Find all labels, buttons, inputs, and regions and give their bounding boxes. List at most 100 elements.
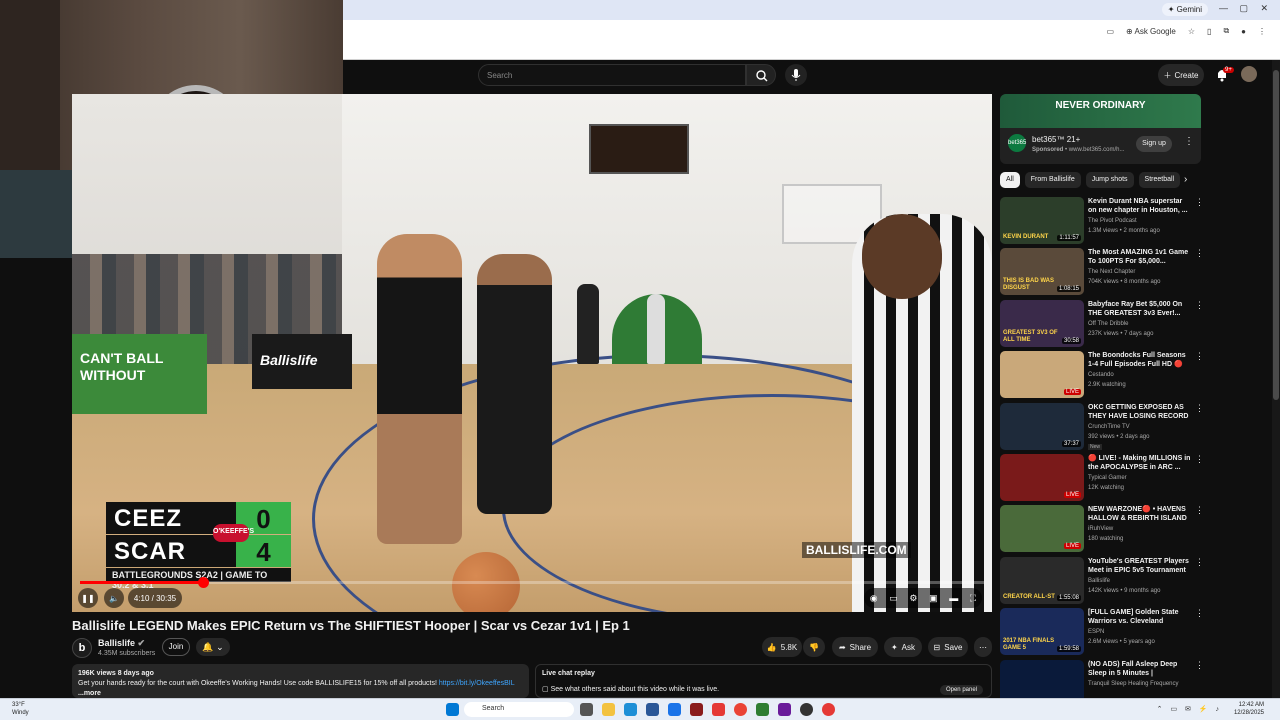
menu-dots-icon[interactable]: ⋮ <box>1258 27 1266 36</box>
minimize-icon[interactable]: — <box>1219 3 1228 13</box>
recommendation-item[interactable]: THIS IS BAD WAS DISGUST 1:08:15 The Most A… <box>1000 248 1205 296</box>
task-view-icon[interactable] <box>580 703 593 716</box>
app-icon-2[interactable] <box>756 703 769 716</box>
file-explorer-icon[interactable] <box>602 703 615 716</box>
more-options-icon[interactable]: ⋮ <box>1195 557 1204 568</box>
app-icon-4[interactable] <box>800 703 813 716</box>
recommendation-title[interactable]: NEW WARZONE🔴 • HAVENS HALLOW & REBIRTH I… <box>1088 505 1192 523</box>
more-options-icon[interactable]: ⋮ <box>1195 608 1204 619</box>
clock[interactable]: 12:42 AM 12/28/2025 <box>1234 701 1264 717</box>
recommendation-thumbnail[interactable]: LIVE <box>1000 505 1084 553</box>
channel-name[interactable]: Ballislife ✔ <box>98 638 145 649</box>
recommendation-title[interactable]: (NO ADS) Fall Asleep Deep Sleep in 5 Min… <box>1088 660 1192 678</box>
more-options-icon[interactable]: ⋮ <box>1195 300 1204 311</box>
maximize-icon[interactable]: ▢ <box>1239 3 1248 14</box>
description-link[interactable]: https://bit.ly/OkeeffesBIL <box>439 680 515 687</box>
fullscreen-icon[interactable]: ⛶ <box>970 593 976 604</box>
recommendation-title[interactable]: 🔴 LIVE! - Making MILLIONS in the APOCALY… <box>1088 454 1192 472</box>
recommendation-title[interactable]: The Boondocks Full Seasons 1-4 Full Epis… <box>1088 351 1192 369</box>
search-button[interactable] <box>746 64 776 86</box>
video-player[interactable]: CAN'T BALL WITHOUT Ballislife CEEZ 0 SCA… <box>72 94 992 612</box>
recommendation-item[interactable]: LIVE The Boondocks Full Seasons 1-4 Full … <box>1000 351 1205 399</box>
miniplayer-icon[interactable]: ▣ <box>929 593 938 604</box>
app-icon-5[interactable] <box>822 703 835 716</box>
youtube-app-icon[interactable] <box>712 703 725 716</box>
recommendation-channel[interactable]: Typical Gamer <box>1088 475 1127 481</box>
chip-jump-shots[interactable]: Jump shots <box>1085 172 1134 188</box>
outlook-icon[interactable] <box>668 703 681 716</box>
recommendation-thumbnail[interactable]: LIVE <box>1000 454 1084 501</box>
volume-button[interactable]: 🔈 <box>104 588 124 608</box>
settings-icon[interactable]: ⚙ <box>909 593 917 604</box>
app-icon[interactable] <box>690 703 703 716</box>
weather-widget[interactable]: 33°F Windy <box>12 701 29 717</box>
recommendation-title[interactable]: [FULL GAME] Golden State Warriors vs. Cl… <box>1088 608 1192 626</box>
recommendation-item[interactable]: LIVE NEW WARZONE🔴 • HAVENS HALLOW & REBIR… <box>1000 505 1205 553</box>
create-button[interactable]: ＋ Create <box>1158 64 1204 86</box>
user-avatar[interactable] <box>1241 66 1257 82</box>
description-box[interactable]: 196K views 8 days ago Get your hands rea… <box>72 664 529 698</box>
ask-button[interactable]: ✦ Ask <box>884 637 922 657</box>
close-icon[interactable]: ✕ <box>1260 3 1268 14</box>
recommendation-thumbnail[interactable]: THIS IS BAD WAS DISGUST 1:08:15 <box>1000 248 1084 296</box>
more-options-icon[interactable]: ⋮ <box>1195 505 1204 516</box>
recommendation-thumbnail[interactable]: GREATEST 3V3 OF ALL TIME 30:58 <box>1000 299 1084 347</box>
system-tray[interactable]: ⌃ ▭ ✉ ⚡ ♪ <box>1157 705 1222 713</box>
voice-search-button[interactable] <box>785 64 807 86</box>
recommendation-title[interactable]: Kevin Durant NBA superstar on new chapte… <box>1088 197 1192 215</box>
extensions-icon[interactable]: ⧉ <box>1223 26 1229 36</box>
recommendation-thumbnail[interactable]: CREATOR ALL-ST 1:55:08 <box>1000 556 1084 604</box>
recommendation-title[interactable]: OKC GETTING EXPOSED AS THEY HAVE LOSING … <box>1088 403 1192 421</box>
recommendation-title[interactable]: The Most AMAZING 1v1 Game To 100PTS For … <box>1088 248 1192 266</box>
scrubber-handle[interactable] <box>197 577 209 588</box>
more-options-icon[interactable]: ⋮ <box>1195 454 1204 465</box>
autoplay-icon[interactable]: ◉ <box>870 593 878 604</box>
cast-icon[interactable]: ▭ <box>1106 27 1114 36</box>
search-input[interactable]: Search <box>478 64 746 86</box>
share-button[interactable]: ➦ Share <box>832 637 878 657</box>
dislike-button[interactable]: 👎 <box>803 637 825 657</box>
pause-button[interactable]: ❚❚ <box>78 588 98 608</box>
join-button[interactable]: Join <box>162 638 190 656</box>
recommendation-thumbnail[interactable]: LIVE <box>1000 351 1084 399</box>
recommendation-channel[interactable]: ESPN <box>1088 629 1104 635</box>
more-options-icon[interactable]: ⋮ <box>1195 248 1204 259</box>
taskbar-search[interactable]: Search <box>464 702 574 717</box>
recommendation-item[interactable]: 37:37 OKC GETTING EXPOSED AS THEY HAVE LO… <box>1000 402 1205 451</box>
recommendation-channel[interactable]: iRuhView <box>1088 526 1113 532</box>
chip-from-ballislife[interactable]: From Ballislife <box>1024 172 1081 188</box>
theater-icon[interactable]: ▬ <box>949 593 958 603</box>
bookmark-star-icon[interactable]: ☆ <box>1188 27 1195 36</box>
more-actions-button[interactable]: ⋯ <box>974 637 992 657</box>
gemini-button[interactable]: ✦ Gemini <box>1161 3 1208 16</box>
ad-signup-button[interactable]: Sign up <box>1136 136 1172 152</box>
recommendation-thumbnail[interactable]: 37:37 <box>1000 402 1084 450</box>
save-button[interactable]: ⊟ Save <box>928 637 968 657</box>
chevron-right-icon[interactable]: › <box>1184 174 1187 185</box>
scroll-thumb[interactable] <box>1273 70 1279 400</box>
ask-google-button[interactable]: ⊕ Ask Google <box>1126 27 1176 36</box>
more-options-icon[interactable]: ⋮ <box>1195 351 1204 362</box>
sidebar-icon[interactable]: ▯ <box>1207 27 1211 36</box>
scrollbar[interactable] <box>1272 60 1280 698</box>
more-options-icon[interactable]: ⋮ <box>1195 403 1204 414</box>
like-button[interactable]: 👍 5.8K <box>762 637 802 657</box>
recommendation-thumbnail[interactable]: 2017 NBA FINALS GAME 5 1:59:58 <box>1000 608 1084 656</box>
edge-icon[interactable] <box>624 703 637 716</box>
more-options-icon[interactable]: ⋮ <box>1195 660 1204 671</box>
chip-all[interactable]: All <box>1000 172 1020 188</box>
progress-bar[interactable] <box>80 577 984 588</box>
recommendation-item[interactable]: KEVIN DURANT 1:11:57 Kevin Durant NBA supe… <box>1000 197 1205 245</box>
more-options-icon[interactable]: ⋮ <box>1195 197 1204 208</box>
start-icon[interactable] <box>446 703 459 716</box>
recommendation-item[interactable]: 2017 NBA FINALS GAME 5 1:59:58 [FULL GAME]… <box>1000 608 1205 656</box>
open-panel-button[interactable]: Open panel <box>939 685 983 695</box>
recommendation-title[interactable]: YouTube's GREATEST Players Meet in EPIC … <box>1088 557 1192 575</box>
subscribe-bell-button[interactable]: 🔔 ⌄ <box>196 638 230 656</box>
sidebar-ad[interactable]: NEVER ORDINARY bet365 bet365™ 21+ Sponso… <box>1000 94 1201 164</box>
recommendation-channel[interactable]: Off The Dribble <box>1088 321 1128 327</box>
recommendation-channel[interactable]: The Pivot Podcast <box>1088 218 1137 224</box>
recommendation-thumbnail[interactable]: KEVIN DURANT 1:11:57 <box>1000 197 1084 244</box>
recommendation-channel[interactable]: The Next Chapter <box>1088 269 1135 275</box>
recommendation-channel[interactable]: Tranquil Sleep Healing Frequency <box>1088 681 1179 687</box>
